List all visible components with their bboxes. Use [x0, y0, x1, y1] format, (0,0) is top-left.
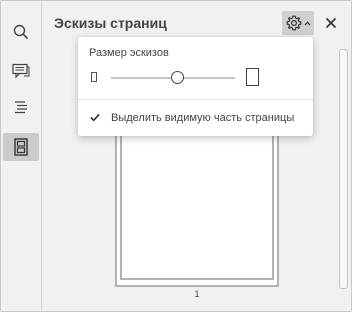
- divider: [78, 99, 313, 100]
- app-frame: Эскизы страниц 1 Размер эскизов Выделить…: [0, 0, 352, 312]
- headings-icon: [15, 101, 27, 114]
- thumbnail-settings-popup: Размер эскизов Выделить видимую часть ст…: [78, 37, 313, 136]
- large-page-icon: [246, 68, 259, 86]
- close-icon: [325, 17, 337, 29]
- search-button[interactable]: [3, 18, 39, 46]
- highlight-visible-part-option[interactable]: Выделить видимую часть страницы: [111, 112, 294, 124]
- checkmark-icon[interactable]: [90, 113, 100, 122]
- thumbnail-size-label: Размер эскизов: [89, 47, 169, 59]
- close-button[interactable]: [319, 11, 343, 35]
- gear-icon: [286, 15, 301, 31]
- chevron-up-icon: [304, 20, 310, 25]
- search-icon: [13, 24, 29, 40]
- scrollbar[interactable]: [339, 43, 348, 311]
- slider-handle[interactable]: [171, 71, 185, 84]
- settings-button[interactable]: [282, 11, 314, 35]
- page-thumbnail[interactable]: [115, 117, 279, 287]
- left-toolbar: [1, 1, 42, 311]
- panel-title: Эскизы страниц: [54, 15, 167, 31]
- thumbnails-icon: [14, 138, 28, 156]
- small-page-icon: [91, 72, 97, 82]
- comments-button[interactable]: [3, 57, 39, 85]
- comments-icon: [12, 63, 30, 79]
- page-thumbnail-inner: [120, 117, 274, 280]
- page-number: 1: [194, 289, 200, 299]
- headings-button[interactable]: [3, 93, 39, 121]
- thumbnails-button[interactable]: [3, 133, 39, 161]
- scrollbar-thumb[interactable]: [339, 49, 348, 289]
